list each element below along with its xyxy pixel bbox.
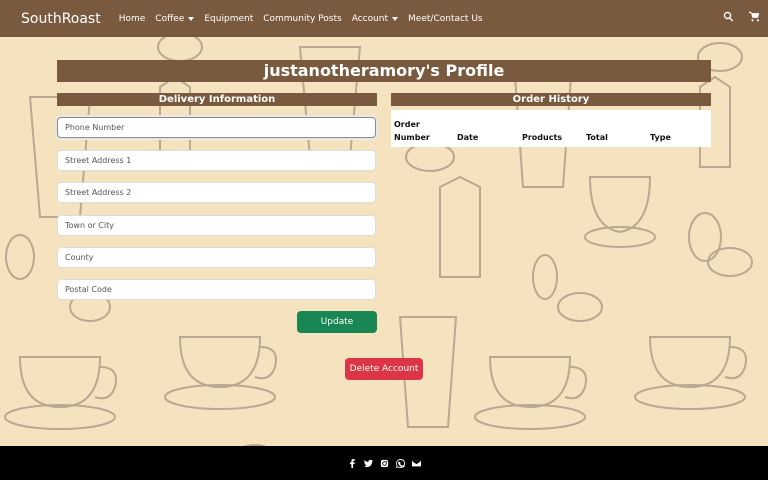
county-input[interactable] <box>57 247 376 268</box>
top-navbar: SouthRoast Home Coffee Equipment Communi… <box>0 0 768 37</box>
delivery-heading: Delivery Information <box>57 93 377 106</box>
column-header-total: Total <box>586 133 608 142</box>
nav-community-posts-link[interactable]: Community Posts <box>263 14 341 24</box>
delete-account-button[interactable]: Delete Account <box>345 358 423 380</box>
nav-home-link[interactable]: Home <box>119 14 146 24</box>
nav-coffee-dropdown[interactable]: Coffee <box>155 14 195 24</box>
profile-main: justanotheramory's Profile Delivery Info… <box>0 37 768 446</box>
nav-contact-link[interactable]: Meet/Contact Us <box>408 14 483 24</box>
column-header-products: Products <box>522 133 563 142</box>
footer <box>0 446 768 480</box>
search-icon[interactable] <box>723 11 734 22</box>
chevron-down-icon <box>392 16 399 21</box>
town-or-city-input[interactable] <box>57 215 376 236</box>
street-address-1-input[interactable] <box>57 150 376 171</box>
page-title: justanotheramory's Profile <box>57 60 711 82</box>
instagram-icon[interactable] <box>380 459 389 468</box>
column-header-date: Date <box>457 133 479 142</box>
brand-logo[interactable]: SouthRoast <box>21 11 101 27</box>
nav-right-icons <box>723 11 760 22</box>
update-button[interactable]: Update <box>297 311 377 333</box>
chevron-down-icon <box>188 16 195 21</box>
street-address-2-input[interactable] <box>57 182 376 203</box>
order-history-heading: Order History <box>391 93 711 106</box>
nav-account-dropdown[interactable]: Account <box>352 14 399 24</box>
postal-code-input[interactable] <box>57 279 376 300</box>
phone-number-input[interactable] <box>57 117 376 138</box>
cart-icon[interactable] <box>749 11 760 22</box>
facebook-icon[interactable] <box>348 458 357 468</box>
column-header-number: Number <box>394 133 430 142</box>
nav-equipment-link[interactable]: Equipment <box>204 14 253 24</box>
whatsapp-icon[interactable] <box>395 458 405 468</box>
order-history-table: Order Number Date Products Total Type <box>391 110 711 147</box>
column-header-type: Type <box>650 133 671 142</box>
twitter-icon[interactable] <box>363 459 373 468</box>
column-header-order: Order <box>394 120 420 129</box>
email-icon[interactable] <box>411 459 421 468</box>
